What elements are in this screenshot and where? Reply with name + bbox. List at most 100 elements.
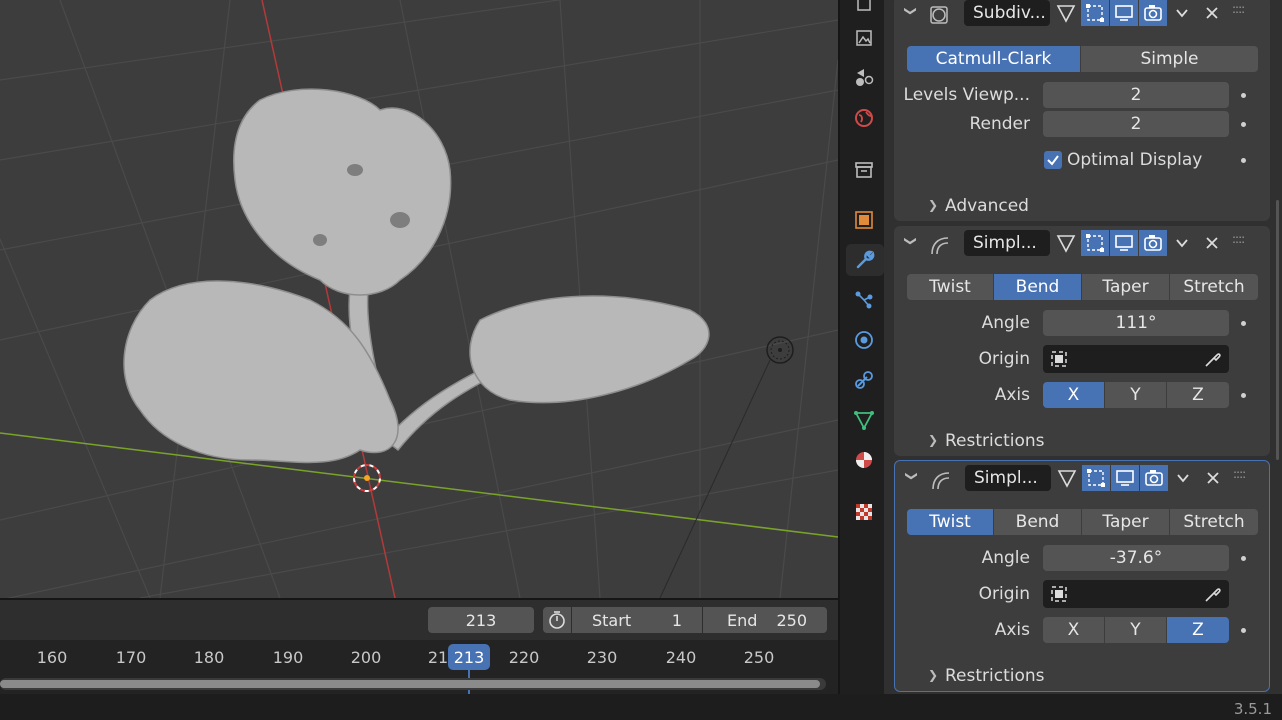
constraints-icon[interactable] [848,364,880,396]
simple-button[interactable]: Simple [1081,46,1258,72]
edit-mode-cage-icon[interactable] [1053,465,1081,491]
render-levels-label: Render [969,114,1030,134]
axis-y-button[interactable]: Y [1105,382,1167,408]
keyframe-dot-icon[interactable] [1241,556,1246,561]
edit-mode-cage-icon[interactable] [1052,0,1080,26]
edit-mode-toggle-icon[interactable] [1081,230,1109,256]
collapse-chevron-icon[interactable]: ❯ [904,6,918,16]
axis-z-button[interactable]: Z [1167,382,1229,408]
mode-stretch-button[interactable]: Stretch [1170,274,1258,300]
empty-object-icon [1049,349,1069,373]
light-gizmo-icon[interactable] [766,336,794,364]
render-icon[interactable] [848,0,880,20]
version-label: 3.5.1 [1233,700,1272,718]
drag-handle-icon[interactable]: :::: [1233,467,1246,481]
optimal-display-label: Optimal Display [1067,150,1203,170]
material-icon[interactable] [848,444,880,476]
collapse-chevron-icon[interactable]: ❯ [905,471,919,481]
object-icon[interactable] [848,204,880,236]
modifier-menu-chevron-icon[interactable] [1168,0,1196,26]
angle-field[interactable]: -37.6° [1043,545,1229,571]
end-frame-field[interactable]: End 250 [703,607,827,633]
render-toggle-icon[interactable] [1139,230,1167,256]
object-data-icon[interactable] [848,404,880,436]
keyframe-dot-icon[interactable] [1241,321,1246,326]
render-toggle-icon[interactable] [1140,465,1168,491]
expand-chevron-icon[interactable]: ❯ [928,198,938,212]
edit-mode-cage-icon[interactable] [1052,230,1080,256]
mode-taper-button[interactable]: Taper [1082,274,1170,300]
levels-viewport-field[interactable]: 2 [1043,82,1229,108]
remove-modifier-close-icon[interactable] [1198,0,1226,26]
timeline-scrollbar-thumb[interactable] [0,680,820,688]
expand-chevron-icon[interactable]: ❯ [928,668,938,682]
timeline-scrollbar[interactable] [0,678,826,690]
frame-tick: 220 [508,648,540,667]
origin-object-field[interactable] [1043,580,1229,608]
scene-icon[interactable] [848,62,880,94]
axis-z-button[interactable]: Z [1167,617,1229,643]
simple-deform-modifier-icon [929,469,951,495]
modifier-icon[interactable] [846,244,884,276]
angle-label: Angle [981,313,1030,333]
eyedropper-icon[interactable] [1203,349,1223,373]
collection-icon[interactable] [848,154,880,186]
optimal-display-checkbox[interactable] [1044,151,1062,169]
origin-object-field[interactable] [1043,345,1229,373]
mode-twist-button[interactable]: Twist [907,274,994,300]
drag-handle-icon[interactable]: :::: [1232,2,1245,16]
auto-keyframe-stopwatch-icon[interactable] [543,607,571,633]
mode-stretch-button[interactable]: Stretch [1170,509,1258,535]
monstera-plant-mesh[interactable] [123,88,710,464]
particles-icon[interactable] [848,284,880,316]
edit-mode-toggle-icon[interactable] [1081,0,1109,26]
texture-icon[interactable] [848,496,880,528]
axis-x-button[interactable]: X [1043,382,1105,408]
keyframe-dot-icon[interactable] [1241,93,1246,98]
remove-modifier-close-icon[interactable] [1199,465,1227,491]
modifier-name-field[interactable]: Simpl... [964,230,1050,256]
status-bar: 3.5.1 [0,694,1282,720]
viewport-display-toggle-icon[interactable] [1110,230,1138,256]
keyframe-dot-icon[interactable] [1241,628,1246,633]
mode-bend-button[interactable]: Bend [994,274,1082,300]
mode-twist-button[interactable]: Twist [907,509,994,535]
expand-chevron-icon[interactable]: ❯ [928,433,938,447]
frame-tick: 190 [272,648,304,667]
world-icon[interactable] [848,102,880,134]
viewport-display-toggle-icon[interactable] [1111,465,1139,491]
eyedropper-icon[interactable] [1203,584,1223,608]
viewport-display-toggle-icon[interactable] [1110,0,1138,26]
angle-field[interactable]: 111° [1043,310,1229,336]
modifier-menu-chevron-icon[interactable] [1168,230,1196,256]
remove-modifier-close-icon[interactable] [1198,230,1226,256]
keyframe-dot-icon[interactable] [1241,393,1246,398]
collapse-chevron-icon[interactable]: ❯ [904,236,918,246]
physics-icon[interactable] [848,324,880,356]
render-toggle-icon[interactable] [1139,0,1167,26]
start-frame-field[interactable]: Start 1 [572,607,702,633]
keyframe-dot-icon[interactable] [1241,158,1246,163]
mode-bend-button[interactable]: Bend [994,509,1082,535]
restrictions-subpanel[interactable]: Restrictions [945,431,1045,451]
modifier-menu-chevron-icon[interactable] [1169,465,1197,491]
keyframe-dot-icon[interactable] [1241,122,1246,127]
axis-x-button[interactable]: X [1043,617,1105,643]
current-frame-field[interactable]: 213 [428,607,534,633]
advanced-subpanel[interactable]: Advanced [945,196,1029,216]
catmull-clark-button[interactable]: Catmull-Clark [907,46,1081,72]
levels-viewport-label: Levels Viewp... [903,85,1030,105]
modifier-name-field[interactable]: Subdiv... [964,0,1050,26]
render-levels-field[interactable]: 2 [1043,111,1229,137]
properties-scrollbar[interactable] [1276,200,1279,460]
mode-taper-button[interactable]: Taper [1082,509,1170,535]
3d-viewport[interactable] [0,0,838,598]
restrictions-subpanel[interactable]: Restrictions [945,666,1045,686]
drag-handle-icon[interactable]: :::: [1232,232,1245,246]
axis-y-button[interactable]: Y [1105,617,1167,643]
edit-mode-toggle-icon[interactable] [1082,465,1110,491]
playhead[interactable]: 213 [448,644,490,670]
modifier-name-field[interactable]: Simpl... [965,465,1051,491]
frame-tick: 170 [115,648,147,667]
output-icon[interactable] [848,22,880,54]
